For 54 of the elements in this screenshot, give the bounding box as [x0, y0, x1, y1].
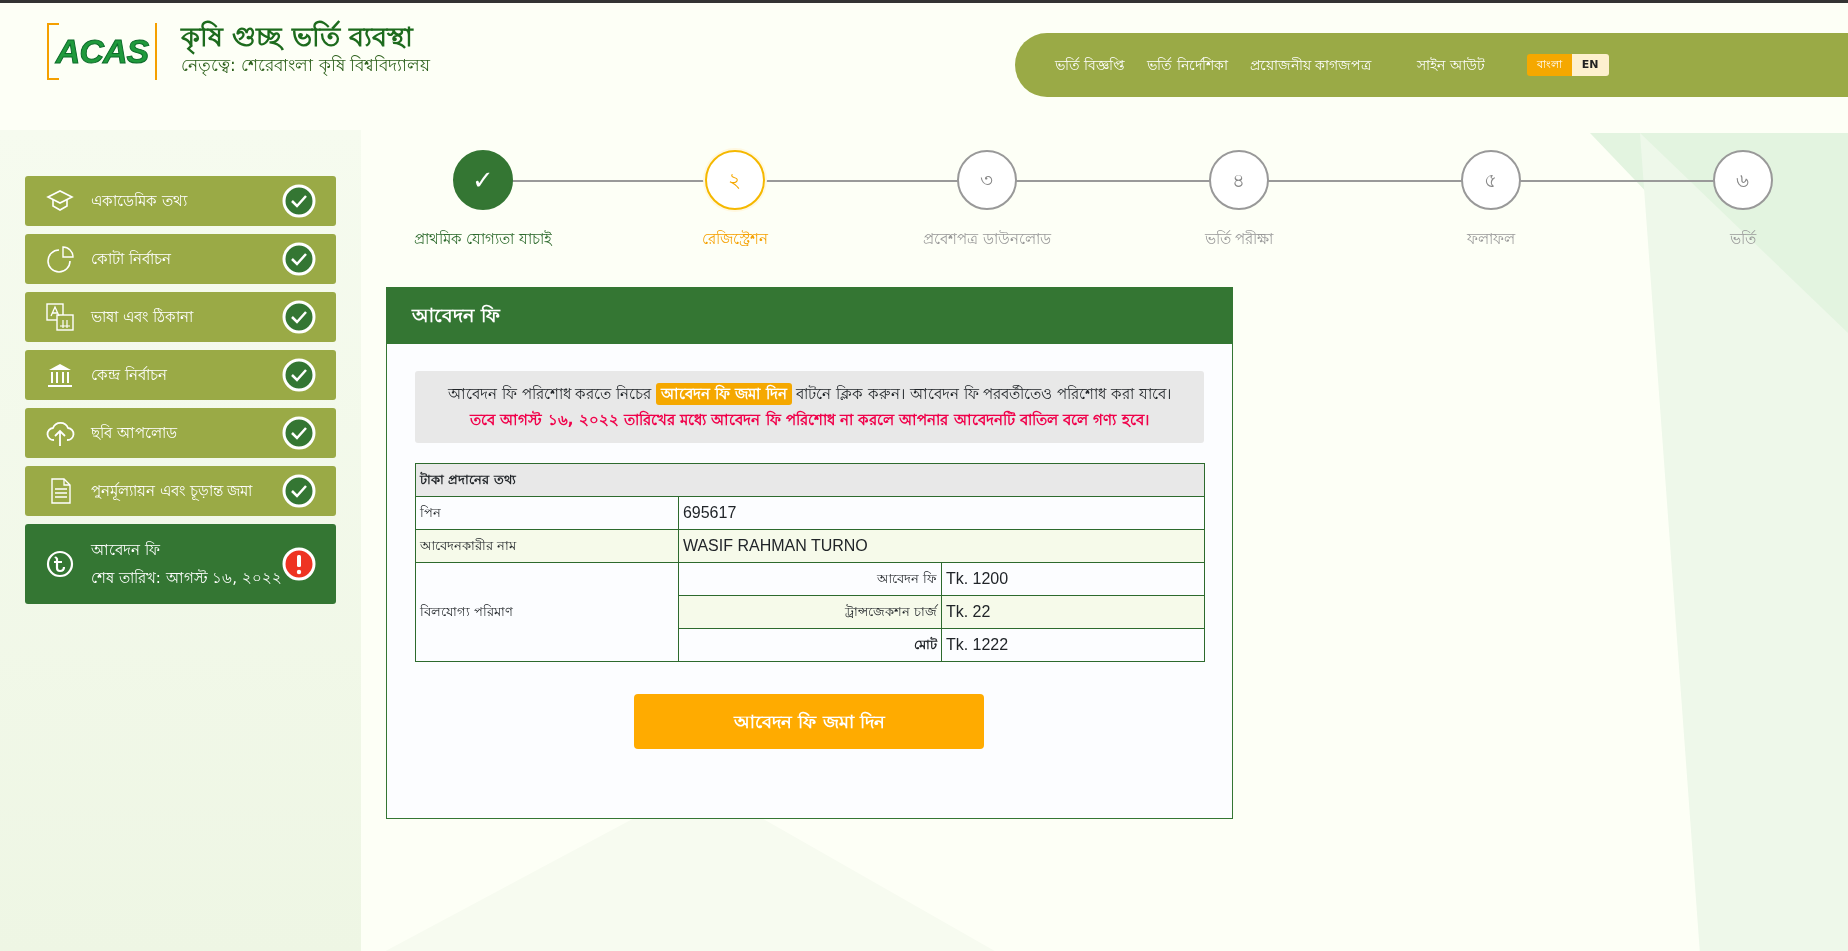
- table-cell: আবেদন ফি: [678, 562, 942, 596]
- site-title: কৃষি গুচ্ছ ভর্তি ব্যবস্থা: [181, 21, 430, 54]
- item-label: আবেদন ফি: [91, 539, 161, 561]
- table-cell: বিলযোগ্য পরিমাণ: [415, 562, 679, 662]
- language-toggle[interactable]: বাংলা: [1526, 53, 1572, 77]
- step-label: প্রবেশপত্র ডাউনলোড: [923, 229, 1051, 250]
- deadline-text: শেষ তারিখ: আগস্ট ১৬, ২০২২: [91, 568, 282, 589]
- step-circle: ৫: [1460, 150, 1521, 210]
- warning-text: তবে আগস্ট ১৬, ২০২২ তারিখের মধ্যে আবেদন ফি পরিশোধ না করলে আপনার আবেদনটি বাতিল বলে গণ্য হবে।: [468, 409, 1150, 431]
- table-cell: 695617: [678, 496, 1205, 530]
- item-label: পুনর্মূল্যায়ন এবং চূড়ান্ত জমা: [91, 480, 253, 503]
- table-cell: WASIF RAHMAN TURNO: [678, 529, 1205, 563]
- table-heading: টাকা প্রদানের তথ্য: [415, 463, 1205, 497]
- table-cell: পিন: [415, 496, 679, 530]
- notice-text: আবেদন ফি পরিশোধ করতে নিচের আবেদন ফি জমা দিন বাটনে ক্লিক করুন। আবেদন ফি পরবর্তীতেও পরিশোধ করা যাবে।: [447, 381, 1172, 407]
- step-circle: ৪: [1208, 150, 1269, 210]
- item-label: কেন্দ্র নির্বাচন: [91, 364, 167, 386]
- nav-link[interactable]: ভর্তি নির্দেশিকা: [1147, 54, 1228, 76]
- sidebar-item[interactable]: ছবি আপলোড: [25, 408, 336, 458]
- item-label: ছবি আপলোড: [91, 422, 177, 444]
- table-cell: Tk. 22: [941, 595, 1205, 629]
- step-label: ভর্তি: [1729, 229, 1756, 250]
- translate-icon: [45, 302, 75, 332]
- taka-coin-icon: [45, 549, 75, 579]
- sidebar-item[interactable]: একাডেমিক তথ্য: [25, 176, 336, 226]
- sidebar-item[interactable]: কোটা নির্বাচন: [25, 234, 336, 284]
- sidebar-item[interactable]: কেন্দ্র নির্বাচন: [25, 350, 336, 400]
- site-subtitle: নেতৃত্বে: শেরেবাংলা কৃষি বিশ্ববিদ্যালয়: [181, 55, 430, 78]
- step-label: ফলাফল: [1466, 229, 1515, 250]
- step-label: রেজিস্ট্রেশন: [701, 229, 768, 250]
- step-circle: ৩: [956, 150, 1017, 210]
- table-cell: ট্রান্সজেকশন চার্জ: [678, 595, 942, 629]
- item-label: কোটা নির্বাচন: [91, 248, 171, 270]
- item-label: ভাষা এবং ঠিকানা: [91, 306, 193, 328]
- sign-out-link[interactable]: সাইন আউট: [1417, 54, 1485, 76]
- sidebar-item[interactable]: পুনর্মূল্যায়ন এবং চূড়ান্ত জমা: [25, 466, 336, 516]
- logo: ACAS: [47, 23, 157, 80]
- step-circle: ✓: [452, 150, 513, 210]
- pay-fee-button[interactable]: আবেদন ফি জমা দিন: [634, 694, 985, 749]
- nav-link[interactable]: ভর্তি বিজ্ঞপ্তি: [1055, 54, 1126, 76]
- table-cell: Tk. 1200: [941, 562, 1205, 596]
- language-toggle[interactable]: EN: [1571, 53, 1609, 77]
- nav-link[interactable]: প্রয়োজনীয় কাগজপত্র: [1249, 54, 1372, 76]
- step-circle: ২: [704, 150, 765, 210]
- table-cell: মোট: [678, 628, 942, 662]
- step-label: প্রাথমিক যোগ্যতা যাচাই: [413, 229, 553, 250]
- sidebar-item[interactable]: আবেদন ফি শেষ তারিখ: আগস্ট ১৬, ২০২২: [25, 524, 336, 604]
- card-title: আবেদন ফি: [386, 287, 1232, 344]
- item-label: একাডেমিক তথ্য: [91, 190, 187, 212]
- table-cell: Tk. 1222: [941, 628, 1205, 662]
- step-label: ভর্তি পরীক্ষা: [1204, 229, 1274, 250]
- table-cell: আবেদনকারীর নাম: [415, 529, 679, 563]
- pie-chart-icon: [45, 244, 75, 274]
- sidebar-item[interactable]: ভাষা এবং ঠিকানা: [25, 292, 336, 342]
